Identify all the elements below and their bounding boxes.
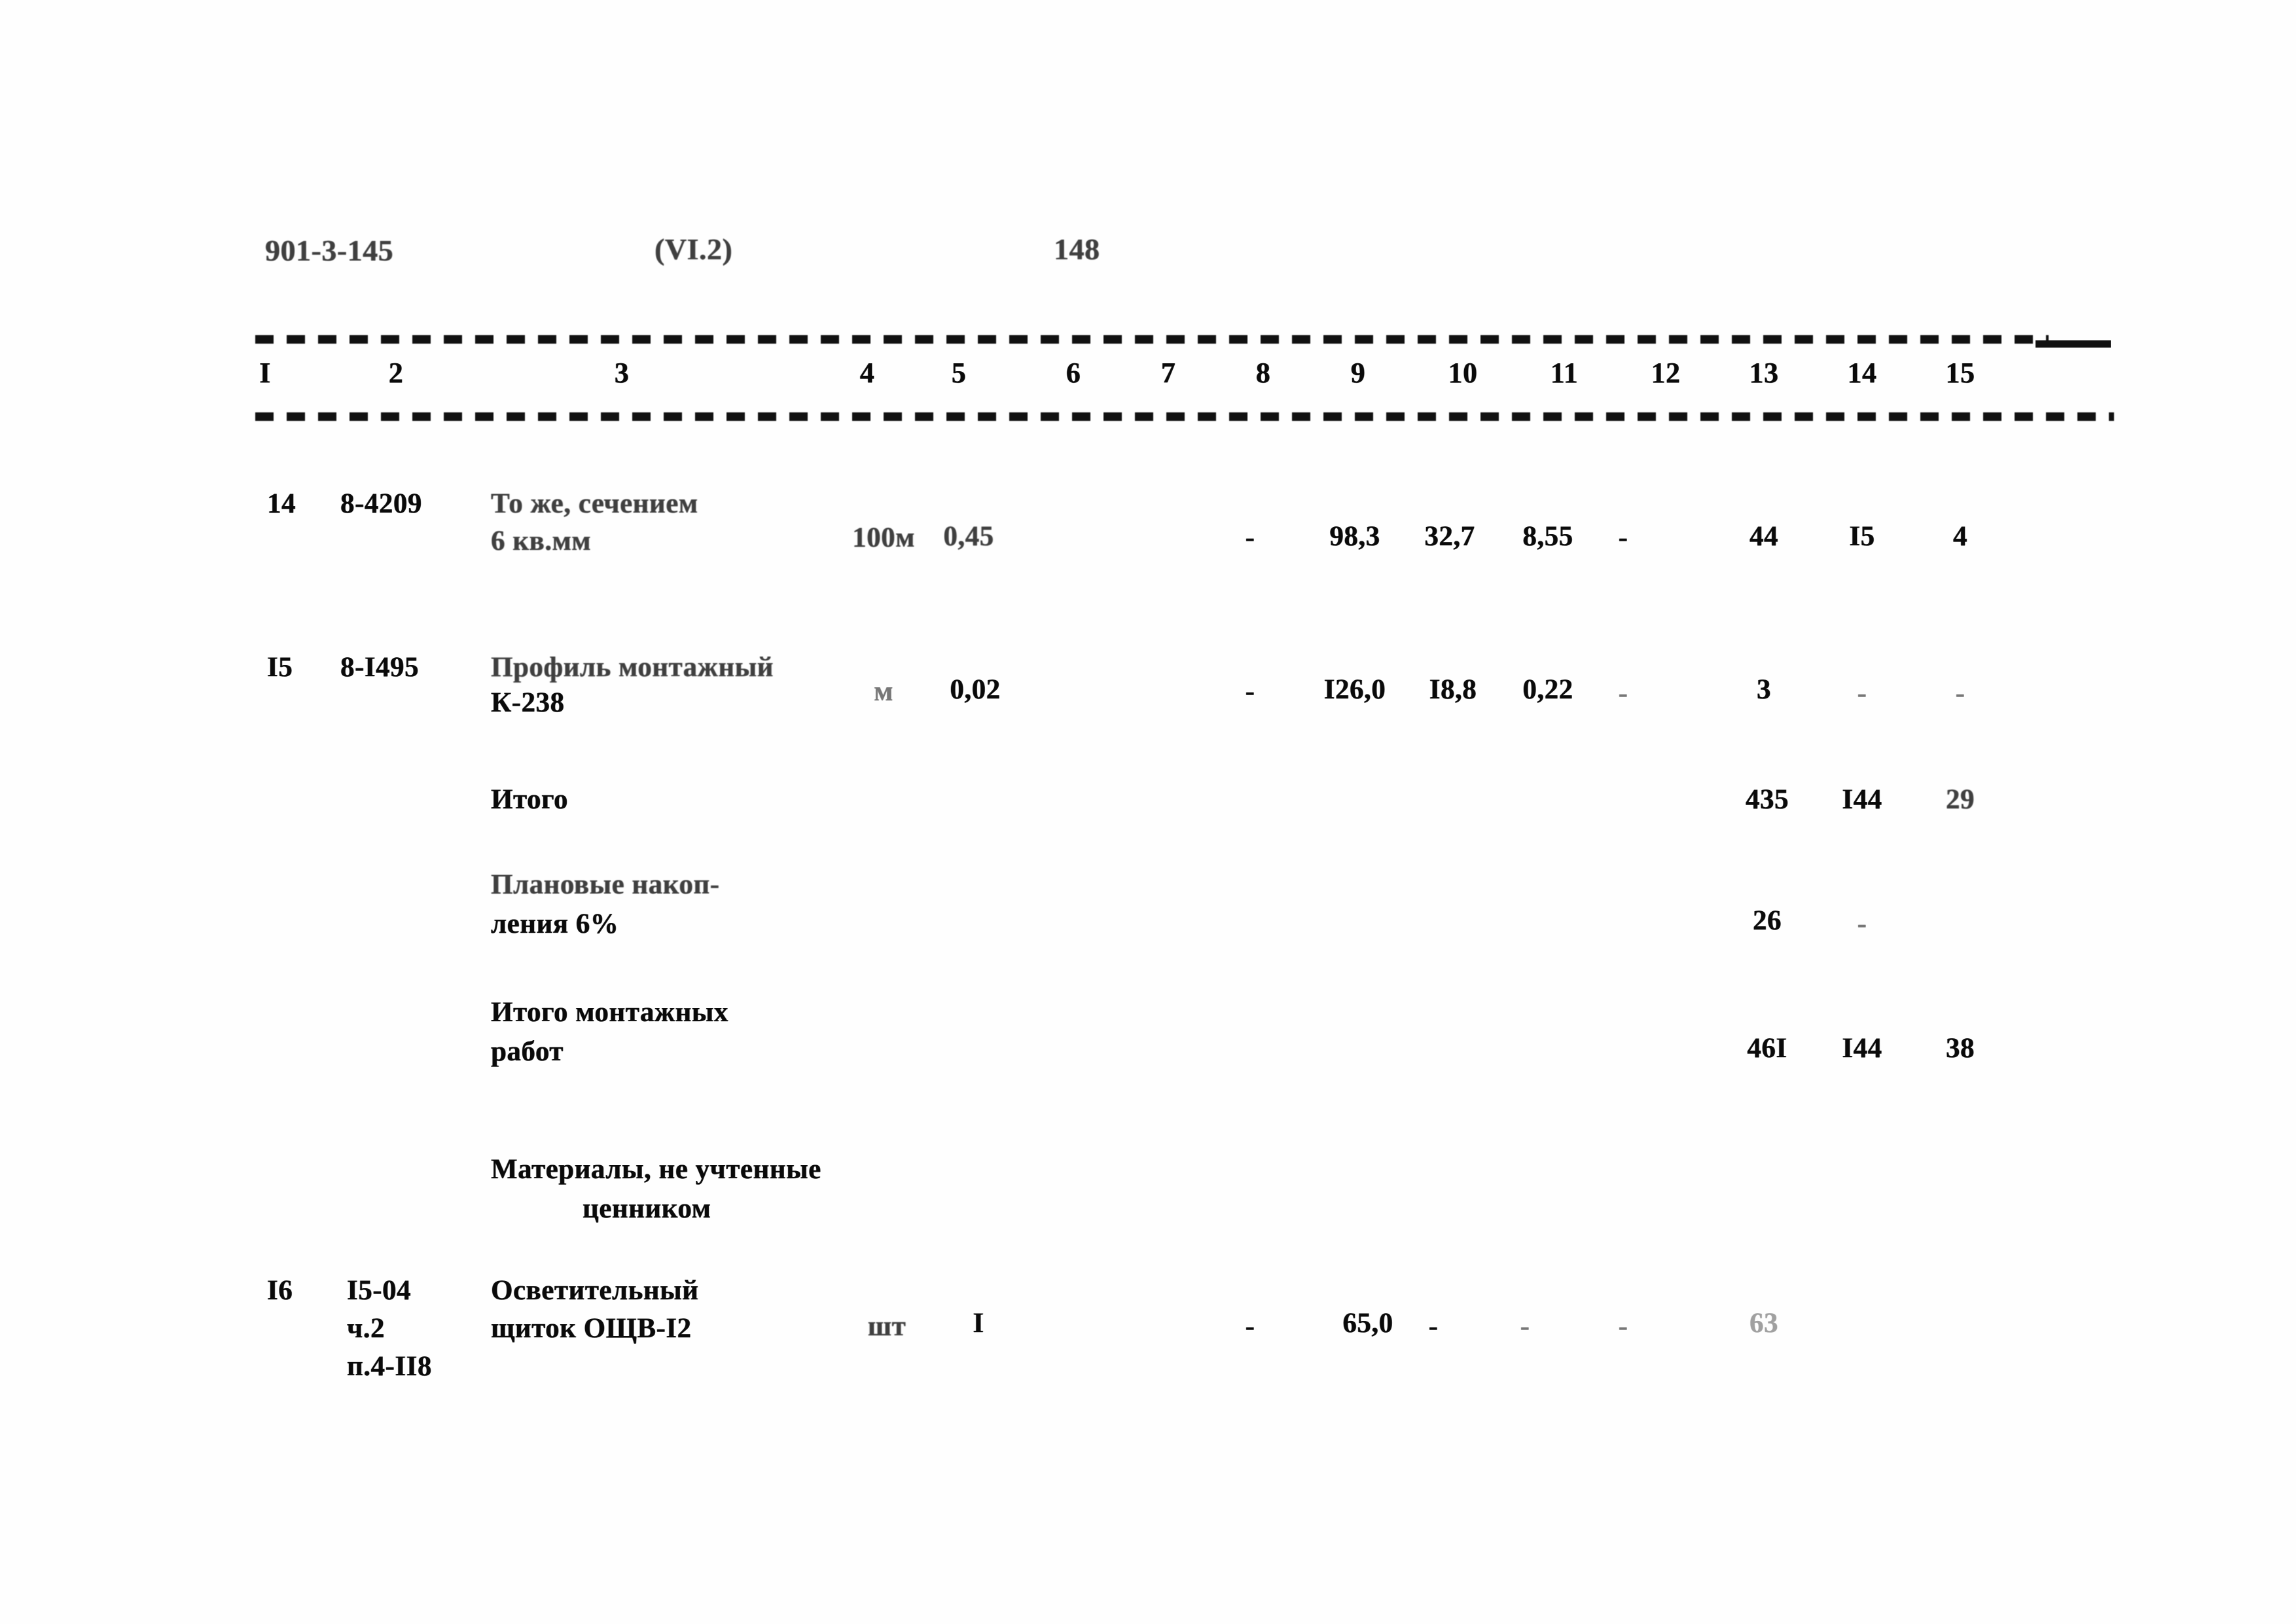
series-code: 901-3-145 (265, 234, 394, 267)
table-rule-top-solid-end (2036, 340, 2111, 348)
row-14-name-line2: 6 кв.мм (491, 526, 592, 556)
column-number-15: 15 (1945, 357, 1975, 389)
column-number-3: 3 (614, 357, 630, 389)
column-number-13: 13 (1749, 357, 1779, 389)
column-number-7: 7 (1160, 357, 1176, 389)
summary-2-col15: 38 (1946, 1033, 1975, 1064)
row-16-unit: шт (867, 1311, 906, 1342)
column-number-12: 12 (1651, 357, 1681, 389)
row-15-col9: I26,0 (1323, 674, 1386, 705)
row-16-code-line3: п.4-II8 (347, 1351, 432, 1382)
column-number-1: I (259, 357, 271, 389)
row-14-col11: 8,55 (1522, 521, 1573, 552)
section-heading-line2: ценником (583, 1193, 711, 1224)
row-15-name-line2: К-238 (491, 687, 565, 718)
summary-0-col14: I44 (1842, 784, 1882, 815)
row-14-col14: I5 (1849, 521, 1875, 552)
summary-1-label-line1: Плановые накоп- (491, 869, 720, 900)
row-14-col13: 44 (1749, 521, 1778, 552)
row-16-code-line1: I5-04 (347, 1275, 412, 1306)
column-number-4: 4 (859, 357, 875, 389)
row-14-quantity: 0,45 (943, 521, 994, 552)
row-14-unit: 100м (852, 522, 915, 553)
row-15-col8: - (1245, 676, 1255, 707)
row-15-unit: м (874, 676, 893, 707)
column-number-9: 9 (1350, 357, 1366, 389)
row-15-col12: - (1618, 678, 1628, 709)
row-15-name-line1: Профиль монтажный (491, 652, 774, 683)
column-number-2: 2 (388, 357, 404, 389)
row-14-col10: 32,7 (1424, 521, 1475, 552)
row-16-code-line2: ч.2 (347, 1313, 386, 1344)
row-15-code: 8-I495 (340, 652, 420, 683)
table-rule-top (255, 335, 2049, 344)
summary-0-label-line1: Итого (491, 784, 568, 815)
row-15-col13: 3 (1757, 674, 1771, 705)
summary-1-label-line2: ления 6% (491, 909, 619, 939)
row-15-col15: - (1955, 678, 1965, 709)
row-15-col14: - (1857, 678, 1867, 709)
row-14-name-line1: То же, сечением (491, 488, 698, 519)
column-number-14: 14 (1847, 357, 1877, 389)
summary-0-col15: 29 (1946, 784, 1975, 815)
page-number: 148 (1054, 232, 1100, 266)
row-16-col10: - (1428, 1311, 1439, 1342)
section-ref: (VI.2) (655, 232, 733, 266)
row-14-col12: - (1618, 522, 1628, 553)
row-15-number: I5 (267, 652, 293, 683)
summary-2-label-line1: Итого монтажных (491, 997, 728, 1028)
table-rule-bottom (255, 412, 2114, 421)
column-number-5: 5 (951, 357, 967, 389)
row-16-name-line2: щиток ОЩВ-I2 (491, 1313, 692, 1344)
row-14-col8: - (1245, 522, 1255, 553)
summary-1-col13: 26 (1753, 905, 1782, 936)
row-15-col10: I8,8 (1429, 674, 1477, 705)
summary-2-col13: 46I (1747, 1033, 1787, 1064)
row-15-quantity: 0,02 (950, 674, 1001, 705)
row-16-quantity: I (973, 1308, 984, 1339)
section-heading-line1: Материалы, не учтенные (491, 1154, 821, 1185)
row-14-number: 14 (267, 488, 296, 519)
row-16-number: I6 (267, 1275, 293, 1306)
summary-2-col14: I44 (1842, 1033, 1882, 1064)
column-number-10: 10 (1448, 357, 1478, 389)
summary-2-label-line2: работ (491, 1036, 564, 1067)
scanned-page: 901-3-145 (VI.2) 148 I 2 3 4 5 6 7 8 9 1… (0, 0, 2296, 1624)
summary-0-col13: 435 (1746, 784, 1789, 815)
row-15-col11: 0,22 (1522, 674, 1573, 705)
row-16-col13: 63 (1749, 1308, 1778, 1339)
column-number-11: 11 (1550, 357, 1579, 389)
column-number-8: 8 (1255, 357, 1271, 389)
row-16-col12: - (1618, 1311, 1628, 1342)
row-16-col9: 65,0 (1342, 1308, 1393, 1339)
column-number-6: 6 (1066, 357, 1081, 389)
row-14-col15: 4 (1953, 521, 1967, 552)
row-16-name-line1: Осветительный (491, 1275, 699, 1306)
row-14-col9: 98,3 (1329, 521, 1380, 552)
row-16-col11: - (1520, 1311, 1530, 1342)
row-14-code: 8-4209 (340, 488, 422, 519)
summary-1-col14: - (1857, 909, 1867, 939)
row-16-col8: - (1245, 1311, 1255, 1342)
